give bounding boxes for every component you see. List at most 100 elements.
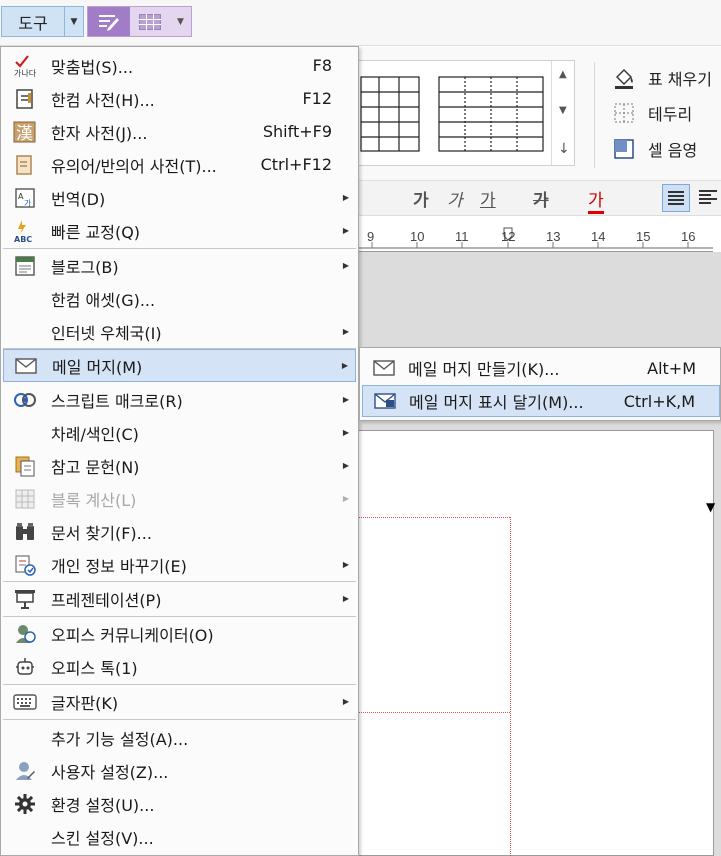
menu-item-mail-merge[interactable]: 메일 머지(M) ▶	[3, 349, 356, 382]
menu-item-bibliography[interactable]: 참고 문헌(N) ▶	[3, 449, 356, 482]
blog-icon	[13, 254, 37, 278]
keyboard-icon	[13, 690, 37, 714]
presentation-icon	[13, 587, 37, 611]
menu-item-quick-correct[interactable]: ABC 빠른 교정(Q) ▶	[3, 214, 356, 247]
tools-menu-label: 도구	[18, 13, 48, 33]
ruler-number: 13	[546, 229, 561, 244]
border-button[interactable]: 테두리	[612, 98, 692, 128]
bold-button[interactable]: 가	[413, 186, 429, 211]
submenu-arrow-icon: ▶	[342, 395, 349, 404]
menu-item-office-communicator[interactable]: 오피스 커뮤니케이터(O)	[3, 617, 356, 650]
menu-item-blog[interactable]: 블로그(B) ▶	[3, 249, 356, 282]
menu-item-user-settings[interactable]: 사용자 설정(Z)...	[3, 754, 356, 787]
submenu-item-mark-mail-merge[interactable]: 메일 머지 표시 달기(M)... Ctrl+K,M	[362, 385, 720, 417]
submenu-arrow-icon: ▶	[342, 327, 349, 336]
personal-info-icon	[13, 553, 37, 577]
submenu-arrow-icon: ▶	[342, 226, 349, 235]
submenu-arrow-icon: ▶	[342, 261, 349, 270]
menu-item-environment-settings[interactable]: 환경 설정(U)...	[3, 787, 356, 820]
border-label: 테두리	[648, 105, 693, 124]
gear-icon	[13, 792, 37, 816]
menu-item-addon-settings[interactable]: 추가 기능 설정(A)...	[3, 721, 356, 754]
menu-item-find-document[interactable]: 문서 찾기(F)...	[3, 515, 356, 548]
cell-shade-button[interactable]: 셀 음영	[612, 134, 697, 164]
paint-bucket-icon	[612, 67, 636, 89]
bibliography-icon	[13, 454, 37, 478]
menu-item-office-talk[interactable]: 오피스 톡(1)	[3, 650, 356, 683]
menu-item-personal-info[interactable]: 개인 정보 바꾸기(E) ▶	[3, 548, 356, 581]
mail-icon	[372, 357, 396, 379]
menu-item-hancom-asset[interactable]: 한컴 애셋(G)...	[3, 282, 356, 315]
menu-item-block-calc[interactable]: 블록 계산(L) ▶	[3, 482, 356, 515]
align-justify-button[interactable]	[662, 184, 690, 212]
binoculars-icon	[13, 520, 37, 544]
strikethrough-button[interactable]: 가	[533, 186, 549, 211]
table-fill-label: 표 채우기	[648, 70, 712, 89]
submenu-arrow-icon: ▶	[342, 697, 349, 706]
robot-icon	[13, 655, 37, 679]
ruler-number: 16	[681, 229, 696, 244]
scroll-down-icon[interactable]: ▼	[559, 105, 567, 116]
dictionary-icon	[13, 87, 37, 111]
quick-correct-icon: ABC	[13, 219, 37, 243]
hanja-dictionary-icon: 漢	[13, 120, 37, 144]
menu-separator	[3, 719, 356, 720]
tools-dropdown-menu: 가나다 맞춤법(S)... F8 한컴 사전(H)... F12 漢 한자 사전…	[0, 46, 359, 856]
underline-button[interactable]: 가	[480, 186, 496, 211]
macro-icon	[13, 388, 37, 412]
menu-item-script-macro[interactable]: 스크립트 매크로(R) ▶	[3, 383, 356, 416]
user-settings-icon	[13, 759, 37, 783]
ruler-number: 15	[636, 229, 651, 244]
italic-button[interactable]: 가	[447, 186, 463, 211]
cell-shade-icon	[612, 138, 636, 160]
menu-item-presentation[interactable]: 프레젠테이션(P) ▶	[3, 582, 356, 615]
table-style-gallery[interactable]	[358, 60, 575, 166]
submenu-arrow-icon: ▶	[341, 361, 348, 370]
mail-icon	[14, 354, 38, 378]
document-page[interactable]	[358, 430, 714, 856]
table-fill-button[interactable]: 표 채우기	[612, 63, 712, 93]
menu-item-dictionary[interactable]: 한컴 사전(H)... F12	[3, 82, 356, 115]
submenu-arrow-icon: ▶	[342, 428, 349, 437]
ruler-number: 9	[367, 229, 375, 244]
svg-text:ABC: ABC	[14, 235, 32, 243]
submenu-arrow-icon: ▶	[342, 560, 349, 569]
submenu-item-create-mail-merge[interactable]: 메일 머지 만들기(K)... Alt+M	[362, 352, 720, 384]
menu-item-toc-index[interactable]: 차례/색인(C) ▶	[3, 416, 356, 449]
svg-text:가: 가	[24, 199, 32, 208]
page-margin-guide	[358, 712, 510, 713]
menu-item-spellcheck[interactable]: 가나다 맞춤법(S)... F8	[3, 49, 356, 82]
align-left-button[interactable]	[695, 184, 721, 212]
submenu-arrow-icon: ▶	[342, 594, 349, 603]
ribbon-divider	[594, 62, 595, 168]
font-color-button[interactable]: 가	[588, 186, 604, 214]
style-button-group: ▼	[87, 6, 192, 37]
menu-item-translate[interactable]: A가 번역(D) ▶	[3, 181, 356, 214]
chevron-down-icon[interactable]: ▼	[170, 7, 191, 36]
table-style-icon[interactable]	[130, 7, 170, 36]
menu-item-hanja-dictionary[interactable]: 漢 한자 사전(J)... Shift+F9	[3, 115, 356, 148]
mail-merge-submenu: 메일 머지 만들기(K)... Alt+M 메일 머지 표시 달기(M)... …	[359, 347, 721, 421]
menu-item-keyboard[interactable]: 글자판(K) ▶	[3, 685, 356, 718]
svg-text:가나다: 가나다	[14, 69, 37, 78]
submenu-arrow-icon: ▶	[342, 494, 349, 503]
submenu-arrow-icon: ▶	[342, 193, 349, 202]
menu-item-internet-post[interactable]: 인터넷 우체국(I) ▶	[3, 315, 356, 348]
chevron-down-icon[interactable]: ▼	[64, 7, 83, 36]
style-edit-icon[interactable]	[88, 7, 130, 36]
gallery-scrollbar[interactable]: ▲ ▼ ↓	[551, 61, 574, 165]
page-margin-guide	[358, 517, 510, 518]
gallery-expand-icon[interactable]: ↓	[558, 141, 570, 157]
tools-menu-button[interactable]: 도구 ▼	[1, 6, 84, 37]
thesaurus-icon	[13, 153, 37, 177]
communicator-icon	[13, 622, 37, 646]
translate-icon: A가	[13, 186, 37, 210]
menu-item-skin-settings[interactable]: 스킨 설정(V)...	[3, 820, 356, 853]
scroll-up-icon[interactable]: ▲	[559, 69, 567, 80]
page-margin-guide	[510, 517, 511, 856]
block-calc-icon	[13, 487, 37, 511]
spellcheck-icon: 가나다	[13, 54, 37, 78]
border-icon	[612, 102, 636, 124]
mail-mark-icon	[373, 390, 397, 412]
menu-item-thesaurus[interactable]: 유의어/반의어 사전(T)... Ctrl+F12	[3, 148, 356, 181]
